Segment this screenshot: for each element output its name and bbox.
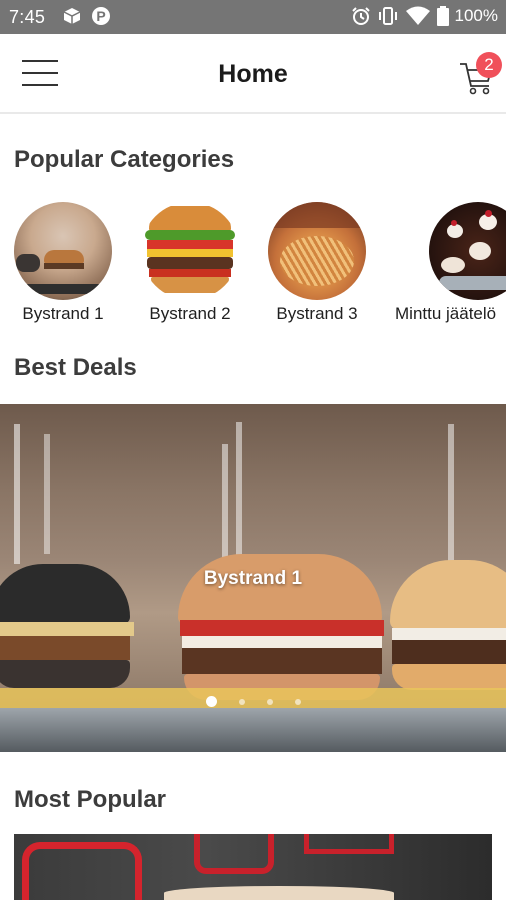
category-image: [268, 202, 366, 300]
category-label: Bystrand 1: [22, 304, 104, 323]
carousel-caption: Bystrand 1: [203, 568, 303, 589]
alarm-icon: [351, 7, 370, 25]
category-item[interactable]: Minttu jäätelö: [381, 202, 506, 324]
status-bar: 7:45 P 100%: [0, 0, 506, 34]
most-popular-title: Most Popular: [14, 786, 167, 813]
category-label: Minttu jäätelö: [395, 304, 497, 323]
status-left-icons: P: [62, 6, 110, 26]
carousel-dot[interactable]: [205, 696, 217, 707]
p-icon: P: [92, 7, 110, 25]
category-image: [429, 202, 506, 300]
carousel-dot[interactable]: [238, 698, 245, 705]
cart-badge: 2: [476, 52, 502, 78]
popular-categories-title: Popular Categories: [14, 146, 235, 173]
vibrate-icon: [378, 7, 397, 25]
most-popular-card[interactable]: [14, 834, 492, 900]
category-item[interactable]: Bystrand 2: [127, 202, 253, 324]
battery-percent: 100%: [454, 6, 498, 25]
svg-text:P: P: [96, 8, 105, 24]
carousel-dots: [0, 696, 506, 707]
wifi-icon: [405, 6, 430, 25]
category-item[interactable]: Bystrand 3: [254, 202, 380, 324]
battery-icon: [436, 6, 449, 26]
carousel-dot[interactable]: [294, 698, 301, 705]
cart-button[interactable]: 2: [458, 52, 502, 96]
best-deals-carousel[interactable]: Bystrand 1: [0, 404, 506, 752]
app-bar: Home 2: [0, 34, 506, 114]
category-label: Bystrand 2: [149, 304, 231, 323]
page-title: Home: [218, 60, 288, 88]
status-right-icons: 100%: [351, 6, 498, 26]
best-deals-title: Best Deals: [14, 354, 137, 381]
box-icon: [63, 8, 81, 24]
category-image: [141, 202, 239, 300]
category-image: [14, 202, 112, 300]
carousel-dot[interactable]: [266, 698, 273, 705]
category-item[interactable]: Bystrand 1: [0, 202, 126, 324]
category-label: Bystrand 3: [276, 304, 358, 323]
status-time: 7:45: [9, 7, 46, 27]
